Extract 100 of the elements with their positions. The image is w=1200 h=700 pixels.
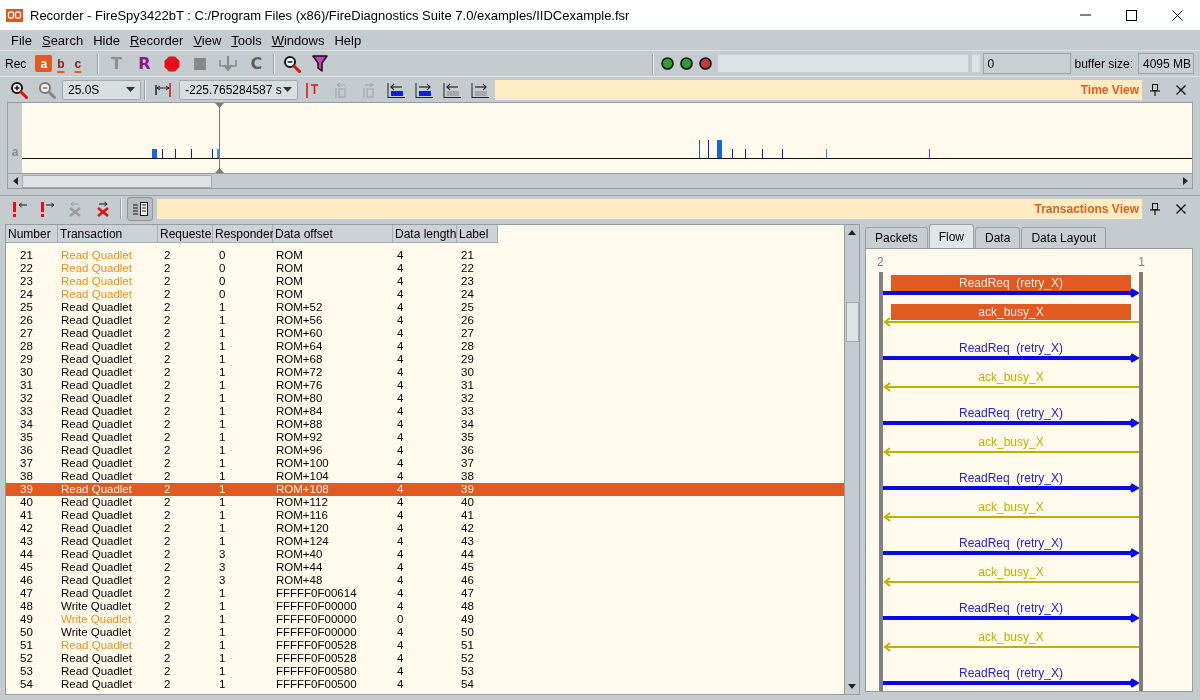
column-header[interactable]: Requeste [158, 225, 213, 243]
table-row[interactable]: 42 Read Quadlet 2 1 ROM+120 4 42 [6, 522, 844, 535]
scroll-left-icon[interactable] [12, 177, 18, 185]
table-row[interactable]: 23 Read Quadlet 2 0 ROM 4 23 [6, 275, 844, 288]
channel-button[interactable]: b [52, 55, 70, 72]
table-row[interactable]: 45 Read Quadlet 2 3 ROM+44 4 45 [6, 561, 844, 574]
tab[interactable]: Flow [928, 224, 975, 248]
close-icon[interactable] [1171, 9, 1183, 21]
pin-icon[interactable] [1150, 83, 1160, 96]
record-icon[interactable] [164, 55, 181, 72]
message-label[interactable]: ReadReq (retry_X) [891, 665, 1131, 681]
vertical-scrollbar[interactable] [844, 225, 859, 694]
table-row[interactable]: 21 Read Quadlet 2 0 ROM 4 21 [6, 249, 844, 262]
table-row[interactable]: 51 Read Quadlet 2 1 FFFFF0F00528 4 51 [6, 639, 844, 652]
time-cursor[interactable] [215, 103, 224, 173]
zoom-select[interactable]: 25.0S [62, 79, 141, 100]
scroll-right-icon[interactable] [1182, 177, 1188, 185]
table-row[interactable]: 40 Read Quadlet 2 1 ROM+112 4 40 [6, 496, 844, 509]
table-row[interactable]: 36 Read Quadlet 2 1 ROM+96 4 36 [6, 444, 844, 457]
column-header[interactable]: Data length [393, 225, 457, 243]
horizontal-scrollbar[interactable] [8, 173, 1192, 188]
table-row[interactable]: 30 Read Quadlet 2 1 ROM+72 4 30 [6, 366, 844, 379]
table-row[interactable]: 29 Read Quadlet 2 1 ROM+68 4 29 [6, 353, 844, 366]
left-arrow-bar-icon[interactable] [386, 80, 406, 99]
table-row[interactable]: 41 Read Quadlet 2 1 ROM+116 4 41 [6, 509, 844, 522]
toolbar-button[interactable]: C [250, 54, 263, 73]
tab[interactable]: Packets [865, 227, 928, 248]
menu-item[interactable]: File [6, 32, 37, 48]
table-row[interactable]: 32 Read Quadlet 2 1 ROM+80 4 32 [6, 392, 844, 405]
column-header[interactable]: Data offset [273, 225, 393, 243]
menu-item[interactable]: Windows [266, 32, 330, 48]
list-view-button[interactable] [127, 197, 153, 221]
right-arrow-bar-icon[interactable] [470, 80, 490, 99]
table-row[interactable]: 22 Read Quadlet 2 0 ROM 4 22 [6, 262, 844, 275]
table-row[interactable]: 33 Read Quadlet 2 1 ROM+84 4 33 [6, 405, 844, 418]
message-label[interactable]: ReadReq (retry_X) [891, 535, 1131, 551]
table-row[interactable]: 48 Write Quadlet 2 1 FFFFF0F00000 4 48 [6, 600, 844, 613]
scrollbar-thumb[interactable] [846, 302, 859, 342]
left-arrow-bar-icon[interactable] [442, 80, 462, 99]
table-row[interactable]: 46 Read Quadlet 2 3 ROM+48 4 46 [6, 574, 844, 587]
exclamation-right-arrow-icon[interactable] [38, 201, 56, 217]
pin-icon[interactable] [1150, 203, 1160, 215]
toolbar-button[interactable]: R [138, 54, 151, 73]
range-icon[interactable] [154, 81, 172, 98]
table-row[interactable]: 54 Read Quadlet 2 1 FFFFF0F00500 4 54 [6, 678, 844, 691]
table-row[interactable]: 27 Read Quadlet 2 1 ROM+60 4 27 [6, 327, 844, 340]
menu-item[interactable]: Recorder [124, 32, 189, 48]
scroll-down-icon[interactable] [848, 684, 856, 689]
search-icon[interactable] [283, 54, 302, 73]
left-arrow-marker-icon[interactable] [333, 81, 347, 98]
exclamation-left-arrow-icon[interactable] [10, 201, 28, 217]
menu-item[interactable]: Hide [88, 32, 125, 48]
table-row[interactable]: 31 Read Quadlet 2 1 ROM+76 4 31 [6, 379, 844, 392]
message-label[interactable]: ReadReq (retry_X) [891, 470, 1131, 486]
minimize-icon[interactable] [1079, 14, 1091, 16]
message-label[interactable]: ReadReq (retry_X) [891, 340, 1131, 356]
column-header[interactable]: Transaction [58, 225, 158, 243]
close-icon[interactable] [1176, 84, 1186, 95]
scroll-up-icon[interactable] [848, 230, 856, 235]
menu-item[interactable]: Tools [226, 32, 267, 48]
position-select[interactable]: -225.765284587 s [179, 79, 298, 100]
table-row[interactable]: 39 Read Quadlet 2 1 ROM+108 4 39 [6, 483, 844, 496]
right-arrow-marker-icon[interactable] [361, 81, 375, 98]
table-row[interactable]: 35 Read Quadlet 2 1 ROM+92 4 35 [6, 431, 844, 444]
table-row[interactable]: 26 Read Quadlet 2 1 ROM+56 4 26 [6, 314, 844, 327]
table-row[interactable]: 49 Write Quadlet 2 1 FFFFF0F00000 0 49 [6, 613, 844, 626]
table-row[interactable]: 34 Read Quadlet 2 1 ROM+88 4 34 [6, 418, 844, 431]
menu-item[interactable]: View [188, 32, 227, 48]
table-row[interactable]: 47 Read Quadlet 2 1 FFFFF0F00614 4 47 [6, 587, 844, 600]
message-label[interactable]: ReadReq (retry_X) [891, 600, 1131, 616]
close-icon[interactable] [1176, 204, 1186, 214]
message-label[interactable]: ReadReq (retry_X) [891, 405, 1131, 421]
scrollbar-thumb[interactable] [22, 174, 212, 188]
table-row[interactable]: 28 Read Quadlet 2 1 ROM+64 4 28 [6, 340, 844, 353]
filter-icon[interactable] [312, 55, 329, 72]
marker-icon[interactable] [305, 81, 319, 98]
table-row[interactable]: 25 Read Quadlet 2 1 ROM+52 4 25 [6, 301, 844, 314]
column-header[interactable]: Responder [213, 225, 273, 243]
cross-right-arrow-icon[interactable] [96, 201, 110, 217]
channel-button[interactable]: c [69, 55, 87, 72]
zoom-in-icon[interactable] [10, 80, 28, 99]
table-row[interactable]: 38 Read Quadlet 2 1 ROM+104 4 38 [6, 470, 844, 483]
table-row[interactable]: 52 Read Quadlet 2 1 FFFFF0F00528 4 52 [6, 652, 844, 665]
maximize-icon[interactable] [1125, 9, 1137, 21]
menu-item[interactable]: Search [36, 32, 89, 48]
table-row[interactable]: 50 Write Quadlet 2 1 FFFFF0F00000 4 50 [6, 626, 844, 639]
tab[interactable]: Data [975, 227, 1021, 248]
table-row[interactable]: 44 Read Quadlet 2 3 ROM+40 4 44 [6, 548, 844, 561]
menu-item[interactable]: Help [329, 32, 367, 48]
table-cell-text: 4 [396, 522, 405, 535]
column-header[interactable]: Number [6, 225, 58, 243]
channel-button[interactable]: a [35, 55, 53, 72]
table-row[interactable]: 53 Read Quadlet 2 1 FFFFF0F00580 4 53 [6, 665, 844, 678]
column-header[interactable]: Label [457, 225, 498, 243]
table-row[interactable]: 43 Read Quadlet 2 1 ROM+124 4 43 [6, 535, 844, 548]
table-row[interactable]: 37 Read Quadlet 2 1 ROM+100 4 37 [6, 457, 844, 470]
tab[interactable]: Data Layout [1021, 227, 1107, 248]
table-row[interactable]: 24 Read Quadlet 2 0 ROM 4 24 [6, 288, 844, 301]
right-arrow-bar-icon[interactable] [414, 80, 434, 99]
zoom-out-icon[interactable] [38, 80, 56, 99]
